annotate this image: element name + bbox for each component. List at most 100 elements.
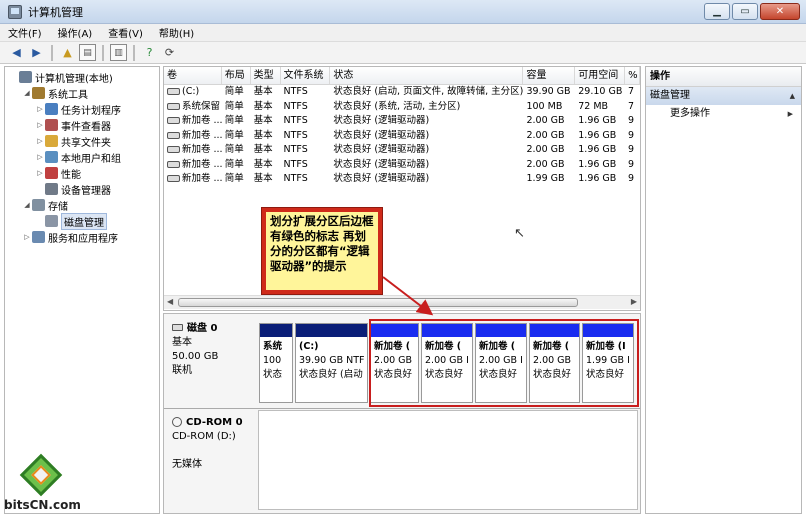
partition-status: 状态良好 (启动 [299, 369, 363, 380]
tree-item-label: 存储 [48, 201, 68, 213]
cell-type: 基本 [253, 158, 273, 170]
more-actions-item[interactable]: 更多操作 [646, 105, 801, 123]
tree-item[interactable]: 磁盘管理 [5, 212, 159, 230]
cell-volume: 新加卷 ... [164, 114, 222, 129]
scroll-right-icon[interactable]: ▶ [631, 297, 637, 306]
tree-item[interactable]: ◢ 存储 [5, 197, 159, 213]
toolbar-separator [133, 44, 135, 61]
expander-icon[interactable]: ▷ [35, 169, 45, 177]
tree-item-label: 设备管理器 [61, 185, 111, 197]
column-free-space[interactable]: 可用空间 [575, 67, 626, 84]
tree-item[interactable]: 设备管理器 [5, 181, 159, 197]
menu-file[interactable]: 文件(F) [0, 25, 50, 40]
column-filesystem[interactable]: 文件系统 [281, 67, 331, 84]
cell-free-space: 1.96 GB [578, 115, 617, 126]
tree-item[interactable]: ▷ 事件查看器 [5, 117, 159, 133]
actions-section-disk-management[interactable]: 磁盘管理 [646, 87, 801, 105]
table-row[interactable]: 新加卷 ... 简单 基本 NTFS 状态良好 (逻辑驱动器) 2.00 GB 1.96 G… [164, 114, 640, 129]
refresh-icon[interactable]: ⟳ [161, 44, 178, 61]
cell-percent: 9 [628, 173, 635, 184]
show-hide-tree-icon[interactable]: ▤ [79, 44, 96, 61]
cell-filesystem: NTFS [283, 173, 308, 184]
navigation-tree: 计算机管理(本地) ◢ 系统工具 ▷ 任务计划程序 ▷ 事件查看器 ▷ 共享文件夹 ▷ 本地用户和组… [4, 66, 160, 514]
expander-icon[interactable]: ▷ [35, 137, 45, 145]
cell-capacity: 100 MB [526, 100, 563, 112]
storage-icon [32, 199, 45, 211]
cell-layout: 简单 [224, 100, 244, 112]
tree-item-label: 性能 [61, 169, 81, 181]
disk-0-label[interactable]: 磁盘 0 基本 50.00 GB 联机 [166, 316, 258, 404]
cell-volume: 新加卷 ... [164, 158, 222, 173]
cell-capacity: 39.90 GB [526, 86, 571, 97]
table-row[interactable]: 新加卷 ... 简单 基本 NTFS 状态良好 (逻辑驱动器) 1.99 GB 1.96 G… [164, 172, 640, 187]
partition-block[interactable]: 系统 100 状态 [259, 323, 293, 403]
horizontal-scrollbar[interactable]: ◀ ▶ [164, 295, 640, 309]
cell-type: 基本 [253, 129, 273, 141]
expander-icon[interactable]: ▷ [35, 105, 45, 113]
folder-icon [45, 135, 58, 147]
table-row[interactable]: (C:) 简单 基本 NTFS 状态良好 (启动, 页面文件, 故障转储, 主分区) 39… [164, 85, 640, 100]
cell-free-space: 1.96 GB [578, 158, 617, 170]
minimize-button[interactable]: ▁ [704, 3, 730, 20]
cell-percent: 9 [628, 129, 635, 141]
help-icon[interactable]: ? [141, 44, 158, 61]
services-icon [32, 231, 45, 243]
tree-item[interactable]: ▷ 本地用户和组 [5, 149, 159, 165]
clock-icon [45, 103, 58, 115]
expander-icon[interactable]: ▷ [35, 153, 45, 161]
column-capacity[interactable]: 容量 [523, 67, 576, 84]
expander-icon[interactable]: ◢ [22, 89, 32, 97]
properties-icon[interactable]: ▥ [110, 44, 127, 61]
tree-item[interactable]: ▷ 服务和应用程序 [5, 229, 159, 245]
partition-info: (C:) 39.90 GB NTF 状态良好 (启动 [296, 337, 367, 385]
tree-item[interactable]: 计算机管理(本地) [5, 69, 159, 85]
partition-name: 系统 [263, 341, 283, 352]
expander-icon[interactable]: ▷ [35, 121, 45, 129]
tree-item[interactable]: ◢ 系统工具 [5, 85, 159, 101]
maximize-button[interactable]: ▭ [732, 3, 758, 20]
column-type[interactable]: 类型 [251, 67, 281, 84]
column-percent[interactable]: % [625, 67, 640, 84]
tree-item-label: 本地用户和组 [61, 153, 121, 165]
back-arrow-icon[interactable]: ◀ [8, 44, 25, 61]
menu-view[interactable]: 查看(V) [100, 25, 151, 40]
forward-arrow-icon[interactable]: ▶ [28, 44, 45, 61]
column-status[interactable]: 状态 [330, 67, 524, 84]
menu-help[interactable]: 帮助(H) [151, 25, 202, 40]
tree-item[interactable]: ▷ 性能 [5, 165, 159, 181]
menu-action[interactable]: 操作(A) [50, 25, 101, 40]
up-folder-icon[interactable]: ▲ [59, 44, 76, 61]
cdrom-volume[interactable] [258, 410, 638, 510]
cell-percent: 9 [628, 144, 635, 155]
toolbar-separator [102, 44, 104, 61]
cell-filesystem: NTFS [283, 158, 308, 170]
cell-status: 状态良好 (逻辑驱动器) [333, 158, 430, 170]
cdrom-media: 无媒体 [172, 459, 202, 470]
cell-percent: 9 [628, 158, 635, 170]
divider [164, 408, 640, 409]
cell-volume: 新加卷 ... [164, 129, 222, 144]
window-controls: ▁ ▭ ✕ [704, 3, 800, 20]
cell-layout: 简单 [224, 115, 244, 126]
column-volume[interactable]: 卷 [164, 67, 222, 84]
column-layout[interactable]: 布局 [222, 67, 251, 84]
table-row[interactable]: 系统保留 简单 基本 NTFS 状态良好 (系统, 活动, 主分区) 100 MB 72 M… [164, 100, 640, 115]
toolbar-separator [51, 44, 53, 61]
table-row[interactable]: 新加卷 ... 简单 基本 NTFS 状态良好 (逻辑驱动器) 2.00 GB 1.96 G… [164, 143, 640, 158]
table-row[interactable]: 新加卷 ... 简单 基本 NTFS 状态良好 (逻辑驱动器) 2.00 GB 1.96 G… [164, 129, 640, 144]
cell-status: 状态良好 (逻辑驱动器) [333, 115, 430, 126]
scroll-left-icon[interactable]: ◀ [167, 297, 173, 306]
expander-icon[interactable]: ◢ [22, 201, 32, 209]
cell-type: 基本 [253, 173, 273, 184]
cdrom-label[interactable]: CD-ROM 0 CD-ROM (D:) 无媒体 [166, 410, 258, 510]
table-row[interactable]: 新加卷 ... 简单 基本 NTFS 状态良好 (逻辑驱动器) 2.00 GB 1.96 G… [164, 158, 640, 173]
close-button[interactable]: ✕ [760, 3, 800, 20]
tree-item[interactable]: ▷ 共享文件夹 [5, 133, 159, 149]
partition-block[interactable]: (C:) 39.90 GB NTF 状态良好 (启动 [295, 323, 368, 403]
device-icon [45, 183, 58, 195]
scrollbar-thumb[interactable] [178, 298, 578, 307]
cell-filesystem: NTFS [283, 129, 308, 141]
tree-item[interactable]: ▷ 任务计划程序 [5, 101, 159, 117]
cdrom-name: CD-ROM 0 [186, 417, 243, 428]
expander-icon[interactable]: ▷ [22, 233, 32, 241]
